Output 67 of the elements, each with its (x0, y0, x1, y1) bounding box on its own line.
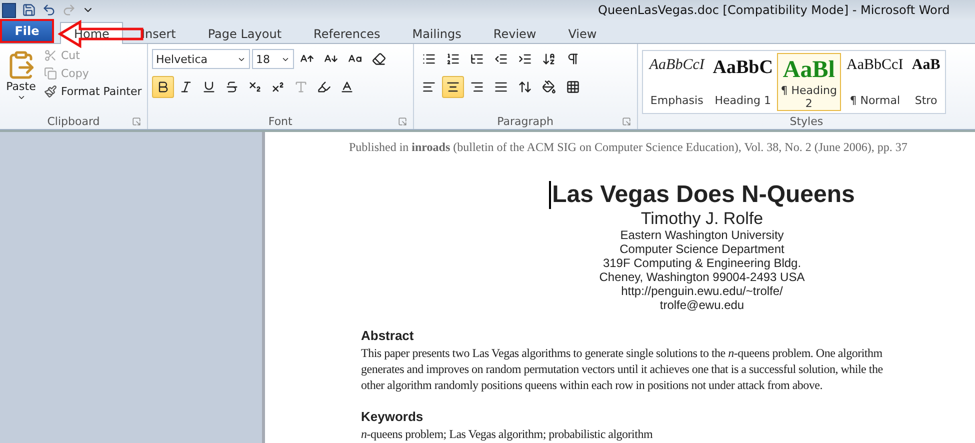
style-sample: AaBbCcI (846, 57, 904, 74)
group-label: Font (268, 114, 292, 128)
italic-icon (179, 80, 193, 94)
align-center-button[interactable] (442, 76, 464, 98)
style-label: Emphasis (650, 94, 704, 107)
section-paragraph: n-queens problem; Las Vegas algorithm; probabilistic algorithm (361, 426, 654, 442)
dialog-launcher-icon[interactable] (622, 117, 631, 126)
ribbon-tab[interactable]: References (300, 22, 394, 44)
dialog-launcher-icon[interactable] (398, 117, 407, 126)
strikethrough-icon (225, 80, 239, 94)
undo-icon[interactable] (42, 3, 56, 17)
bold-button[interactable] (152, 76, 174, 98)
align-center-icon (446, 80, 460, 94)
group-label: Clipboard (47, 114, 100, 128)
scissors-icon (44, 49, 57, 62)
style-sample: AaBl (782, 57, 835, 84)
style-label: Heading 1 (714, 94, 772, 107)
font-color-icon (340, 80, 354, 94)
ribbon-tab[interactable]: Page Layout (194, 22, 296, 44)
group-label: Styles (790, 115, 824, 128)
style-item[interactable]: AaBbC Heading 1 (710, 53, 775, 111)
font-name-field[interactable]: Helvetica (152, 49, 250, 69)
author-name: Timothy J. Rolfe (640, 209, 764, 228)
style-label: Stro (914, 94, 938, 107)
affiliation-line: http://penguin.ewu.edu/~trolfe/ (621, 284, 783, 298)
align-justify-icon (494, 80, 508, 94)
style-sample: AaBbC (712, 57, 773, 79)
ribbon-tab[interactable]: Mailings (398, 22, 476, 44)
publication-note: Published in inroads (bulletin of the ACM SIG on Computer Science Education), Vol. 38, No. 2 (June 2006), pp. 37 (349, 140, 908, 155)
style-item[interactable]: AaBbCcI ¶ Normal (842, 53, 907, 111)
dialog-launcher-icon[interactable] (132, 117, 141, 126)
affiliation-line: Cheney, Washington 99004-2493 USA (599, 270, 805, 284)
paste-button[interactable]: Paste (4, 48, 38, 113)
ribbon-tab[interactable]: View (554, 22, 611, 44)
text-effects-icon (294, 80, 308, 94)
style-item[interactable]: AaBl ¶ Heading 2 (776, 53, 841, 111)
affiliation-line: Computer Science Department (620, 242, 784, 256)
ribbon-tab[interactable]: Review (479, 22, 550, 44)
style-sample: AaBbCcI (649, 57, 704, 74)
window-title: QueenLasVegas.doc [Compatibility Mode] - Microsoft Word (598, 3, 950, 17)
section-heading: Keywords (361, 409, 424, 424)
save-icon[interactable] (22, 3, 36, 17)
paintbrush-icon (44, 85, 57, 98)
highlight-icon (317, 80, 331, 94)
affiliation-line: 319F Computing & Engineering Bldg. (602, 256, 802, 270)
bold-icon (156, 80, 170, 94)
style-item[interactable]: AaBbCcI Emphasis (644, 53, 709, 111)
style-item[interactable]: AaB Stro (908, 53, 944, 111)
group-label: Paragraph (497, 114, 554, 128)
painter-button[interactable]: Format Painter (42, 84, 144, 99)
document-title: Las Vegas Does N-Queens (549, 181, 855, 209)
style-label: ¶ Heading 2 (780, 84, 838, 110)
superscript-icon (271, 80, 285, 94)
section-heading: Abstract (361, 328, 415, 343)
font-size-field[interactable]: 18 (252, 49, 294, 69)
underline-icon (202, 80, 216, 94)
copy-icon (44, 67, 57, 80)
caret-icon (16, 93, 26, 102)
section-paragraph: This paper presents two Las Vegas algorithms to generate single solutions to the n-queens problem. One algorithm generates and improves on random permutation vectors until it achieves one that is a successful solution, while the other algorithm randomly positions queens within each row in positions not under attack from above. (361, 345, 884, 393)
affiliation-line: Eastern Washington University (620, 228, 784, 242)
align-right-icon (470, 80, 484, 94)
align-left-icon (422, 80, 436, 94)
file-tab[interactable]: File (0, 19, 54, 43)
style-sample: AaB (912, 57, 940, 74)
affiliation-line: trolfe@ewu.edu (660, 298, 744, 312)
subscript-icon (248, 80, 262, 94)
style-label: ¶ Normal (850, 94, 900, 107)
